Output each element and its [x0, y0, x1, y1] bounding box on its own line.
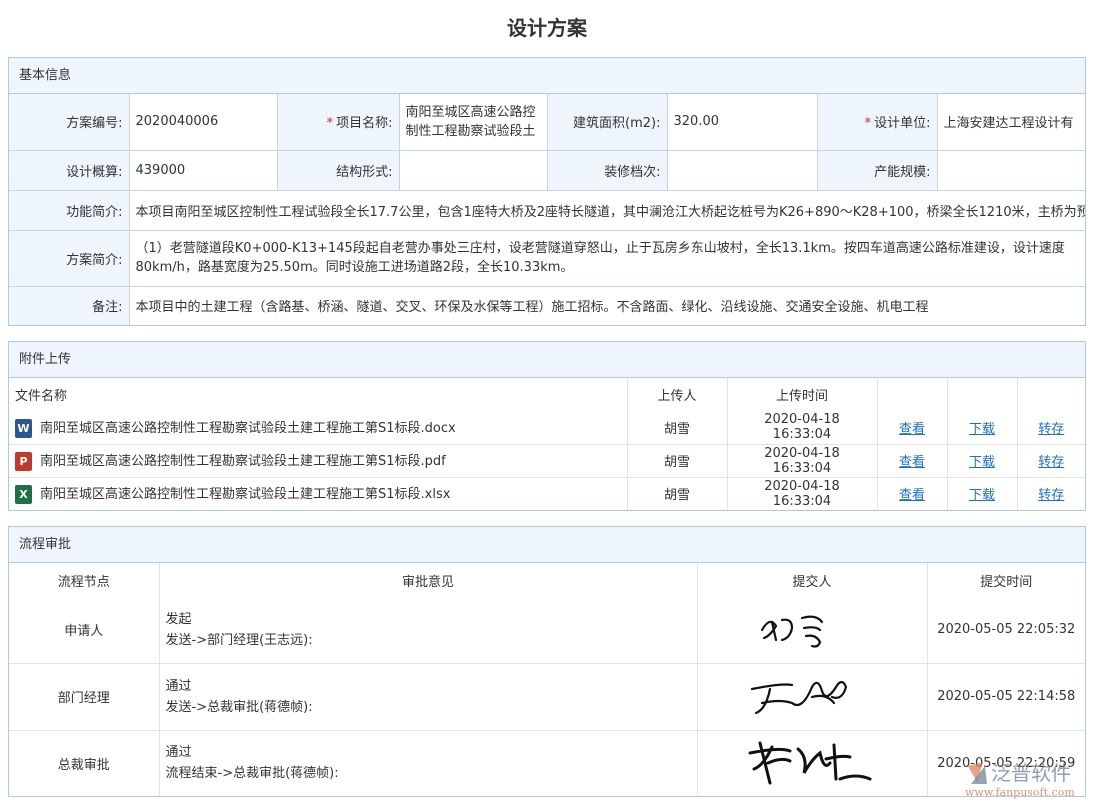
basic-info-panel: 基本信息 方案编号: 2020040006 *项目名称: 南阳至城区高速公路控制… [8, 57, 1086, 326]
col-empty [877, 378, 947, 411]
excel-icon: X [15, 485, 32, 504]
file-row: X南阳至城区高速公路控制性工程勘察试验段土建工程施工第S1标段.xlsx 胡雪 … [9, 477, 1085, 510]
plan-label: 方案简介: [9, 230, 129, 286]
file-row: W南阳至城区高速公路控制性工程勘察试验段土建工程施工第S1标段.docx 胡雪 … [9, 411, 1085, 444]
view-link[interactable]: 查看 [899, 455, 925, 470]
area-value: 320.00 [667, 94, 817, 150]
watermark-logo-icon: 泛普软件 www.fanpusoft.com [963, 756, 1088, 802]
basic-info-header: 基本信息 [9, 58, 1085, 94]
name-label: *项目名称: [277, 94, 399, 150]
file-name-cell: P 南阳至城区高速公路控制性工程勘察试验段土建工程施工第S1标段.pdf [9, 444, 627, 477]
budget-label: 设计概算: [9, 150, 129, 190]
flow-action: 发送->部门经理(王志远): [166, 630, 691, 651]
flow-node: 部门经理 [9, 663, 159, 730]
flow-node: 总裁审批 [9, 730, 159, 796]
structure-label: 结构形式: [277, 150, 399, 190]
capacity-label: 产能规模: [817, 150, 937, 190]
note-value: 本项目中的土建工程（含路基、桥涵、隧道、交叉、环保及水保等工程）施工招标。不含路… [129, 286, 1085, 325]
file-upload-time: 2020-04-18 16:33:04 [727, 444, 877, 477]
flow-time: 2020-05-05 22:14:58 [927, 663, 1085, 730]
capacity-value [937, 150, 1085, 190]
approval-row: 申请人 发起发送->部门经理(王志远): 2020-05-05 22:05:32 [9, 597, 1085, 663]
view-link[interactable]: 查看 [899, 422, 925, 437]
signature-cell [697, 597, 927, 663]
col-empty [947, 378, 1017, 411]
structure-value [399, 150, 547, 190]
transfer-link[interactable]: 转存 [1038, 455, 1064, 470]
file-upload-time: 2020-04-18 16:33:04 [727, 477, 877, 510]
approval-header: 流程审批 [9, 527, 1085, 563]
flow-opinion: 通过 [166, 676, 691, 697]
unit-value: 上海安建达工程设计有 [937, 94, 1085, 150]
pdf-icon: P [15, 452, 32, 471]
file-upload-time: 2020-04-18 16:33:04 [727, 411, 877, 444]
signature-cell [697, 730, 927, 796]
file-name-cell: X 南阳至城区高速公路控制性工程勘察试验段土建工程施工第S1标段.xlsx [9, 477, 627, 510]
flow-time: 2020-05-05 22:05:32 [927, 597, 1085, 663]
download-link[interactable]: 下载 [969, 422, 995, 437]
page-title: 设计方案 [0, 12, 1094, 41]
download-link[interactable]: 下载 [969, 488, 995, 503]
name-value: 南阳至城区高速公路控制性工程勘察试验段土 [399, 94, 547, 150]
code-label: 方案编号: [9, 94, 129, 150]
note-label: 备注: [9, 286, 129, 325]
file-name: 南阳至城区高速公路控制性工程勘察试验段土建工程施工第S1标段.docx [40, 421, 456, 436]
transfer-link[interactable]: 转存 [1038, 422, 1064, 437]
budget-value: 439000 [129, 150, 277, 190]
attachments-header: 附件上传 [9, 342, 1085, 378]
func-value: 本项目南阳至城区控制性工程试验段全长17.7公里，包含1座特大桥及2座特长隧道，… [129, 190, 1085, 230]
svg-text:泛普软件: 泛普软件 [991, 761, 1071, 785]
transfer-link[interactable]: 转存 [1038, 488, 1064, 503]
area-label: 建筑面积(m2): [547, 94, 667, 150]
flow-opinion: 通过 [166, 742, 691, 763]
handwritten-signature-胡雪 [742, 600, 882, 656]
approval-row: 总裁审批 通过流程结束->总裁审批(蒋德帧): 2020-05-05 22:20… [9, 730, 1085, 796]
unit-label: *设计单位: [817, 94, 937, 150]
flow-action: 发送->总裁审批(蒋德帧): [166, 697, 691, 718]
decor-label: 装修档次: [547, 150, 667, 190]
word-icon: W [15, 419, 32, 438]
file-name-cell: W 南阳至城区高速公路控制性工程勘察试验段土建工程施工第S1标段.docx [9, 411, 627, 444]
file-uploader: 胡雪 [627, 477, 727, 510]
file-uploader: 胡雪 [627, 444, 727, 477]
col-filename: 文件名称 [9, 378, 627, 411]
col-opinion: 审批意见 [159, 563, 697, 597]
decor-value [667, 150, 817, 190]
file-name: 南阳至城区高速公路控制性工程勘察试验段土建工程施工第S1标段.xlsx [40, 487, 450, 502]
handwritten-signature-王志远 [742, 667, 882, 723]
col-upload-time: 上传时间 [727, 378, 877, 411]
flow-action: 流程结束->总裁审批(蒋德帧): [166, 763, 691, 784]
handwritten-signature-蒋德帧 [742, 733, 882, 789]
attachments-panel: 附件上传 文件名称 上传人 上传时间 W 南阳至城区高速公路控制性工程勘察试验段土… [8, 341, 1086, 511]
flow-opinion: 发起 [166, 609, 691, 630]
approval-panel: 流程审批 流程节点 审批意见 提交人 提交时间 申请人 发起发送->部门经理(王… [8, 526, 1086, 797]
file-uploader: 胡雪 [627, 411, 727, 444]
signature-cell [697, 663, 927, 730]
col-submit-time: 提交时间 [927, 563, 1085, 597]
code-value: 2020040006 [129, 94, 277, 150]
svg-text:www.fanpusoft.com: www.fanpusoft.com [965, 786, 1075, 799]
func-label: 功能简介: [9, 190, 129, 230]
col-submitter: 提交人 [697, 563, 927, 597]
approval-row: 部门经理 通过发送->总裁审批(蒋德帧): 2020-05-05 22:14:5… [9, 663, 1085, 730]
flow-node: 申请人 [9, 597, 159, 663]
file-name: 南阳至城区高速公路控制性工程勘察试验段土建工程施工第S1标段.pdf [40, 454, 446, 469]
col-uploader: 上传人 [627, 378, 727, 411]
view-link[interactable]: 查看 [899, 488, 925, 503]
file-row: P 南阳至城区高速公路控制性工程勘察试验段土建工程施工第S1标段.pdf 胡雪 2… [9, 444, 1085, 477]
col-node: 流程节点 [9, 563, 159, 597]
fanpusoft-watermark: 泛普软件 www.fanpusoft.com [963, 756, 1088, 802]
download-link[interactable]: 下载 [969, 455, 995, 470]
col-empty [1017, 378, 1085, 411]
plan-value: （1）老营隧道段K0+000-K13+145段起自老营办事处三庄村，设老营隧道穿… [129, 230, 1085, 286]
